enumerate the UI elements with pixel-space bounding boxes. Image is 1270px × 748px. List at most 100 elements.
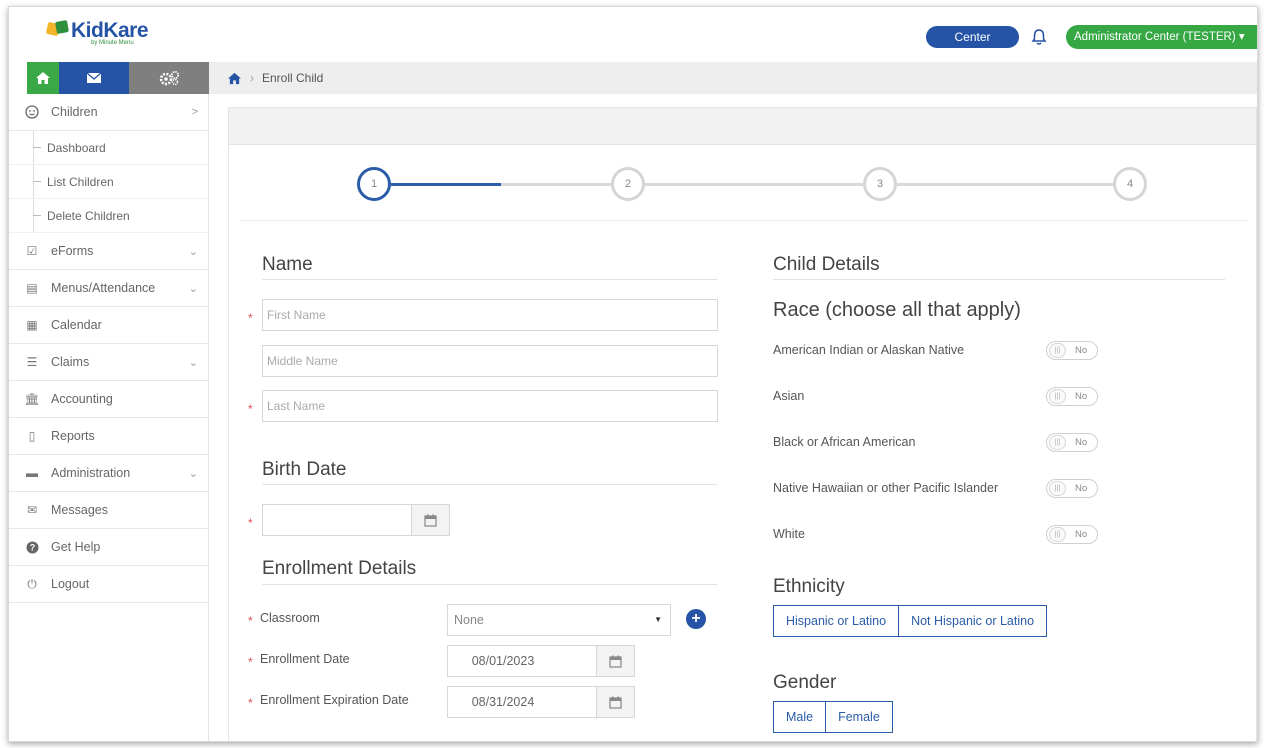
sidebar-item-label: Get Help <box>51 540 101 554</box>
home-button[interactable] <box>27 62 59 94</box>
step-line <box>897 183 1113 186</box>
race-label-native-hawaiian: Native Hawaiian or other Pacific Islande… <box>773 481 999 495</box>
bell-icon[interactable] <box>1031 28 1047 46</box>
sidebar-item-eforms[interactable]: ☑ eForms ⌄ <box>9 233 208 270</box>
ethnicity-not-hispanic-button[interactable]: Not Hispanic or Latino <box>899 606 1046 636</box>
birth-date-input[interactable] <box>262 504 412 536</box>
expiration-date-input[interactable]: 08/31/2024 <box>447 686 597 718</box>
middle-name-input[interactable]: Middle Name <box>262 345 718 377</box>
divider <box>262 279 717 280</box>
step-line <box>645 183 863 186</box>
sidebar-subitem-dashboard[interactable]: Dashboard <box>9 131 208 165</box>
breadcrumb-current: Enroll Child <box>262 71 324 85</box>
race-label-asian: Asian <box>773 389 805 403</box>
toggle-knob: ||| <box>1049 389 1066 404</box>
sidebar-item-label: Menus/Attendance <box>51 281 156 295</box>
birth-date-calendar-button[interactable] <box>412 504 450 536</box>
child-face-icon <box>25 105 39 119</box>
panel-header-strip <box>229 108 1256 145</box>
gender-male-button[interactable]: Male <box>774 702 827 732</box>
power-icon: ⏻ <box>27 576 37 591</box>
sidebar-item-administration[interactable]: ▬ Administration ⌄ <box>9 455 208 492</box>
logo-subtitle: by Minute Menu <box>91 40 134 46</box>
sidebar-item-label: Logout <box>51 577 90 591</box>
race-toggle-black[interactable]: ||| No <box>1046 433 1098 452</box>
step-4[interactable]: 4 <box>1113 167 1147 201</box>
sidebar-item-logout[interactable]: ⏻ Logout <box>9 566 208 603</box>
chevron-down-icon: ⌄ <box>188 357 198 369</box>
toggle-value: No <box>1075 529 1088 540</box>
race-toggle-white[interactable]: ||| No <box>1046 525 1098 544</box>
enrollment-date-input[interactable]: 08/01/2023 <box>447 645 597 677</box>
sidebar-item-calendar[interactable]: ▦ Calendar <box>9 307 208 344</box>
sidebar-item-label: eForms <box>51 244 94 258</box>
sidebar-item-accounting[interactable]: 🏛 Accounting <box>9 381 208 418</box>
name-section-title: Name <box>262 254 313 275</box>
gender-female-button[interactable]: Female <box>826 702 892 732</box>
race-label-black: Black or African American <box>773 435 916 449</box>
sidebar-item-get-help[interactable]: ? Get Help <box>9 529 208 566</box>
logo-text: KidKare <box>71 19 149 42</box>
classroom-select[interactable]: None ▼ <box>447 604 671 636</box>
sidebar-item-claims[interactable]: ☰ Claims ⌄ <box>9 344 208 381</box>
first-name-input[interactable]: First Name <box>262 299 718 331</box>
required-marker: * <box>248 516 253 530</box>
race-toggle-native-hawaiian[interactable]: ||| No <box>1046 479 1098 498</box>
step-2[interactable]: 2 <box>611 167 645 201</box>
account-menu-button[interactable]: Administrator Center (TESTER) ▾ <box>1066 25 1257 49</box>
step-1[interactable]: 1 <box>357 167 391 201</box>
classroom-select-value: None <box>454 613 484 627</box>
required-marker: * <box>248 402 253 416</box>
required-marker: * <box>248 696 253 710</box>
required-marker: * <box>248 311 253 325</box>
center-button[interactable]: Center <box>926 26 1019 48</box>
expiration-date-calendar-button[interactable] <box>597 686 635 718</box>
child-details-title: Child Details <box>773 254 880 275</box>
toggle-value: No <box>1075 437 1088 448</box>
required-marker: * <box>248 614 253 628</box>
question-circle-icon: ? <box>25 540 39 554</box>
last-name-input[interactable]: Last Name <box>262 390 718 422</box>
toggle-knob: ||| <box>1049 527 1066 542</box>
step-3[interactable]: 3 <box>863 167 897 201</box>
race-toggle-american-indian[interactable]: ||| No <box>1046 341 1098 360</box>
wizard-stepper: 1 2 3 4 <box>239 145 1247 221</box>
sidebar-item-label: Claims <box>51 355 90 369</box>
enrollment-date-label: Enrollment Date <box>260 652 350 666</box>
kidkare-logo[interactable]: KidKare by Minute Menu <box>45 19 149 46</box>
ethnicity-hispanic-button[interactable]: Hispanic or Latino <box>774 606 900 636</box>
account-menu-label: Administrator Center (TESTER) <box>1074 31 1236 43</box>
children-submenu: Dashboard List Children Delete Children <box>9 131 208 233</box>
enroll-child-panel: 1 2 3 4 Name * First Name Middle Name * … <box>228 107 1257 741</box>
toggle-knob: ||| <box>1049 435 1066 450</box>
toggle-value: No <box>1075 483 1088 494</box>
briefcase-icon: ▬ <box>26 466 38 480</box>
pdf-file-icon: ▯ <box>28 429 36 443</box>
add-classroom-plus-icon[interactable]: + <box>686 609 706 629</box>
calendar-icon <box>424 514 437 527</box>
sidebar-subitem-delete-children[interactable]: Delete Children <box>9 199 208 233</box>
home-icon <box>36 72 50 84</box>
sidebar-item-label: Administration <box>51 466 131 480</box>
sidebar-item-label: Reports <box>51 429 95 443</box>
calendar-icon <box>609 696 622 709</box>
sidebar-item-menus-attendance[interactable]: ▤ Menus/Attendance ⌄ <box>9 270 208 307</box>
chevron-down-icon: ⌄ <box>188 283 198 295</box>
race-toggle-asian[interactable]: ||| No <box>1046 387 1098 406</box>
sidebar-subitem-list-children[interactable]: List Children <box>9 165 208 199</box>
home-icon[interactable] <box>227 72 242 85</box>
step-line <box>501 183 611 186</box>
settings-button[interactable] <box>129 62 209 94</box>
quick-nav-bar <box>27 62 209 94</box>
sidebar-item-children[interactable]: Children > <box>9 94 208 131</box>
race-label-american-indian: American Indian or Alaskan Native <box>773 343 965 357</box>
divider <box>262 584 717 585</box>
divider <box>262 484 717 485</box>
sidebar-item-label: Messages <box>51 503 108 517</box>
sidebar-item-reports[interactable]: ▯ Reports <box>9 418 208 455</box>
sidebar-item-messages[interactable]: ✉ Messages <box>9 492 208 529</box>
enrollment-date-calendar-button[interactable] <box>597 645 635 677</box>
enrollment-section-title: Enrollment Details <box>262 558 417 579</box>
messages-button[interactable] <box>59 62 129 94</box>
classroom-label: Classroom <box>260 611 320 625</box>
